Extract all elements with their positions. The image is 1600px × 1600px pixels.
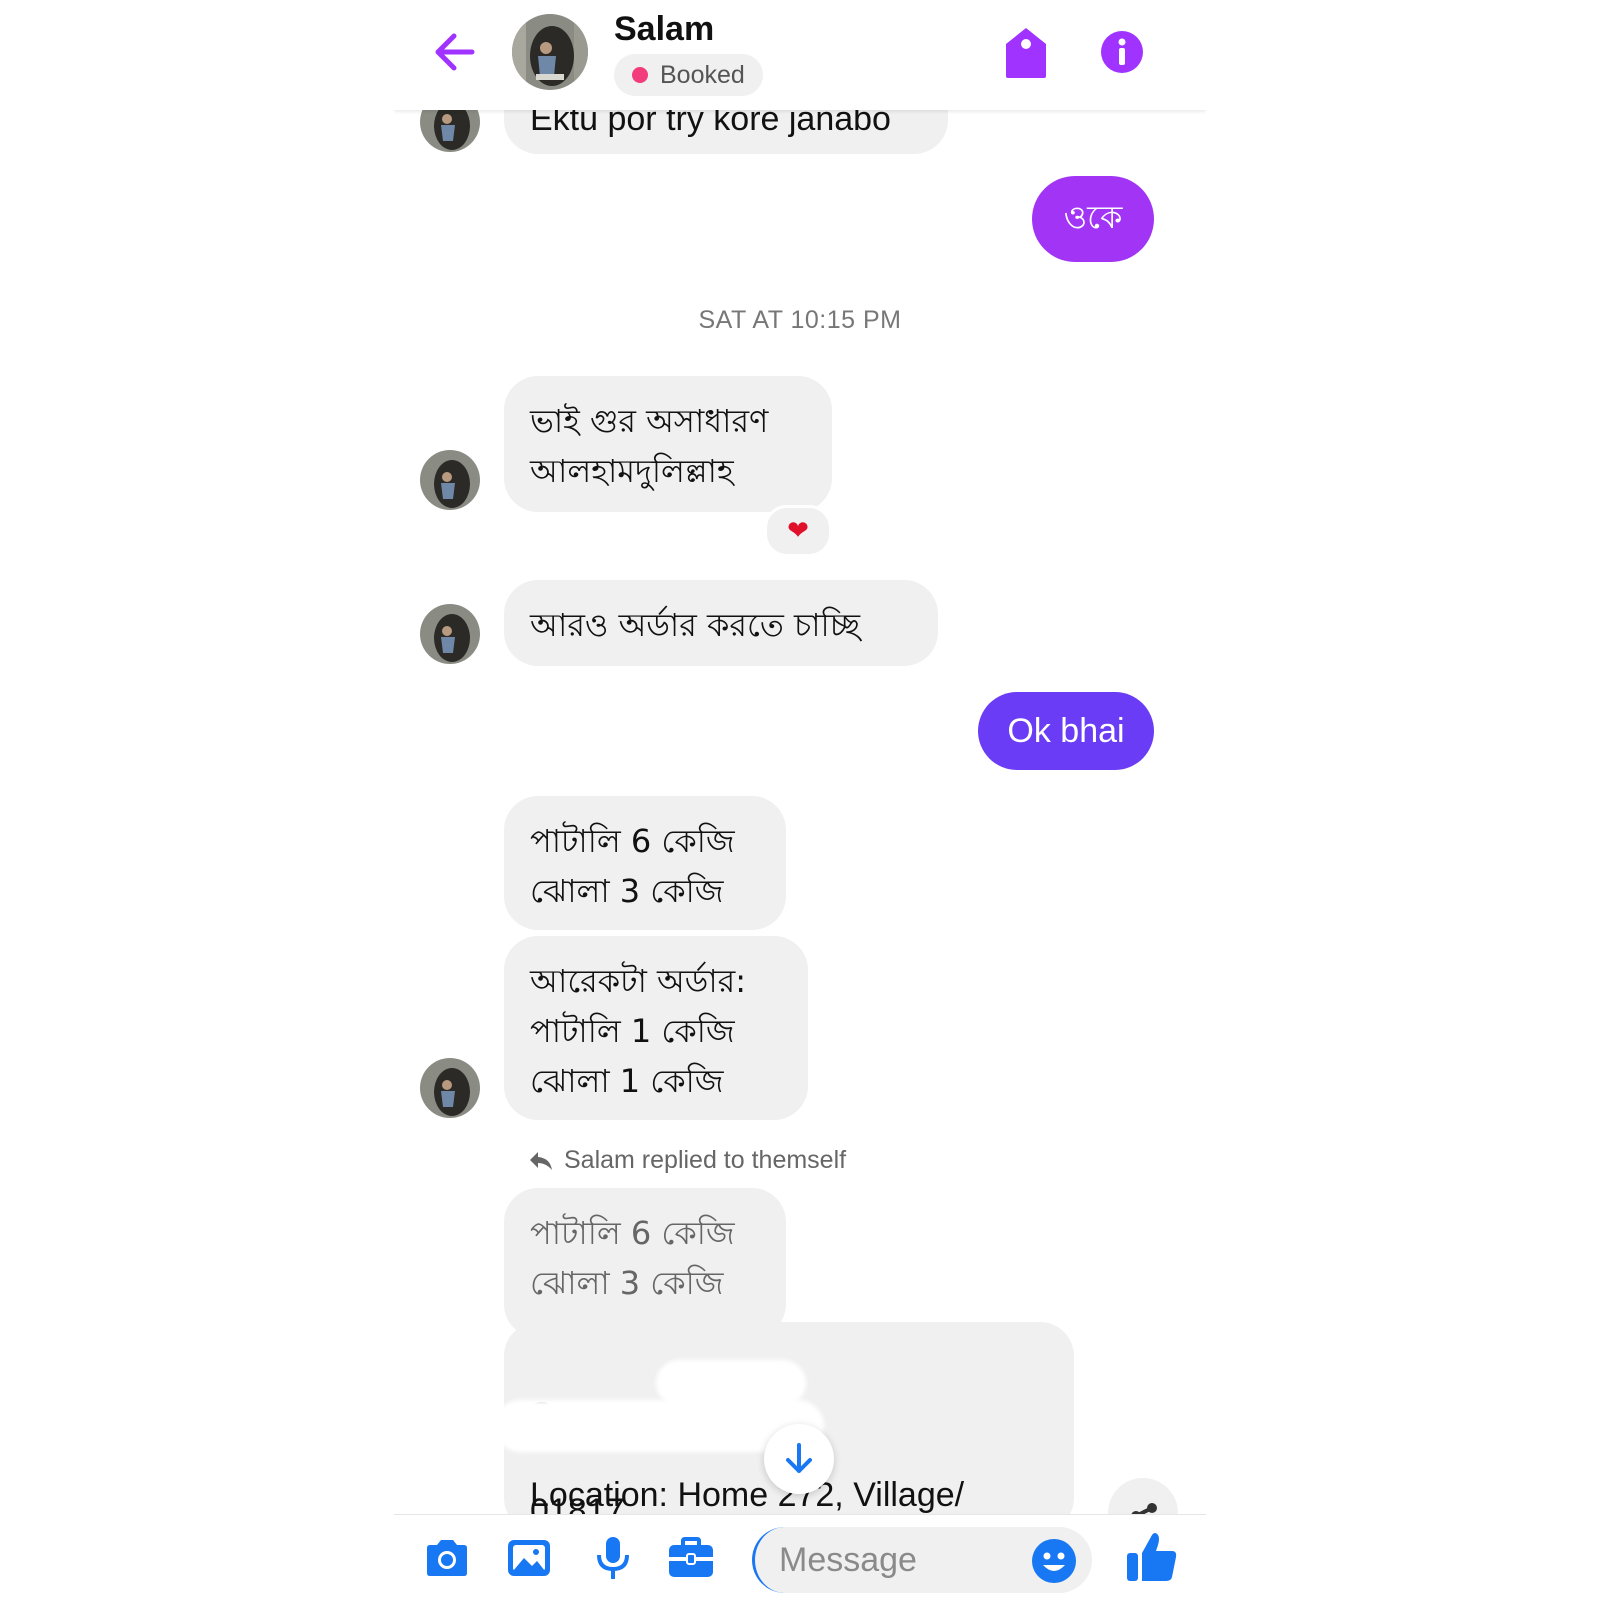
message-bubble-incoming[interactable]: আরেকটা অর্ডার: পাটালি 1 কেজি ঝোলা 1 কেজি: [504, 936, 808, 1120]
chat-header: Salam Booked: [394, 0, 1206, 110]
info-button[interactable]: [1100, 30, 1144, 74]
timestamp-divider: SAT AT 10:15 PM: [698, 306, 902, 334]
status-text: Booked: [660, 60, 745, 89]
image-icon: [508, 1540, 550, 1576]
emoji-button[interactable]: [1030, 1537, 1078, 1585]
tag-icon: [1006, 28, 1046, 78]
emoji-icon: [1032, 1539, 1076, 1583]
business-tools-button[interactable]: [666, 1533, 716, 1583]
thumbs-up-icon: [1127, 1533, 1177, 1581]
reply-location-line: Location: Home 272, Village/: [530, 1476, 965, 1514]
microphone-icon: [597, 1537, 629, 1579]
back-button[interactable]: [430, 28, 478, 76]
message-bubble-incoming[interactable]: আরও অর্ডার করতে চাচ্ছি: [504, 580, 938, 666]
back-arrow-icon: [435, 33, 475, 71]
quoted-message[interactable]: পাটালি 6 কেজি ঝোলা 3 কেজি: [504, 1188, 786, 1338]
briefcase-icon: [669, 1537, 713, 1577]
sender-avatar[interactable]: [420, 450, 480, 510]
message-composer: [394, 1514, 1206, 1600]
reply-arrow-icon: [530, 1151, 552, 1170]
sender-avatar[interactable]: [420, 604, 480, 664]
arrow-down-icon: [786, 1443, 812, 1473]
camera-button[interactable]: [422, 1533, 472, 1583]
gallery-button[interactable]: [504, 1533, 554, 1583]
like-button[interactable]: [1124, 1529, 1180, 1585]
status-label-pill[interactable]: Booked: [614, 54, 763, 96]
reply-note-text: Salam replied to themself: [564, 1146, 847, 1174]
status-dot-icon: [632, 67, 648, 83]
reply-note: Salam replied to themself: [528, 1146, 846, 1175]
message-bubble-outgoing[interactable]: ওকে: [1032, 176, 1154, 262]
voice-button[interactable]: [588, 1533, 638, 1583]
message-bubble-incoming[interactable]: পাটালি 6 কেজি ঝোলা 3 কেজি: [504, 796, 786, 930]
contact-name[interactable]: Salam: [614, 10, 714, 49]
heart-reaction-icon[interactable]: ❤: [764, 505, 832, 557]
message-bubble-outgoing[interactable]: Ok bhai: [978, 692, 1154, 770]
message-bubble-incoming[interactable]: ভাই গুর অসাধারণ আলহামদুলিল্লাহ: [504, 376, 832, 512]
sender-avatar[interactable]: [420, 1058, 480, 1118]
camera-icon: [427, 1540, 467, 1576]
contact-avatar[interactable]: [512, 14, 588, 90]
info-icon: [1101, 31, 1143, 73]
scroll-to-bottom-button[interactable]: [764, 1424, 834, 1494]
label-tag-button[interactable]: [1002, 26, 1050, 80]
chat-screen: Salam Booked Ektu por try kore janabo ওক…: [394, 0, 1206, 1600]
